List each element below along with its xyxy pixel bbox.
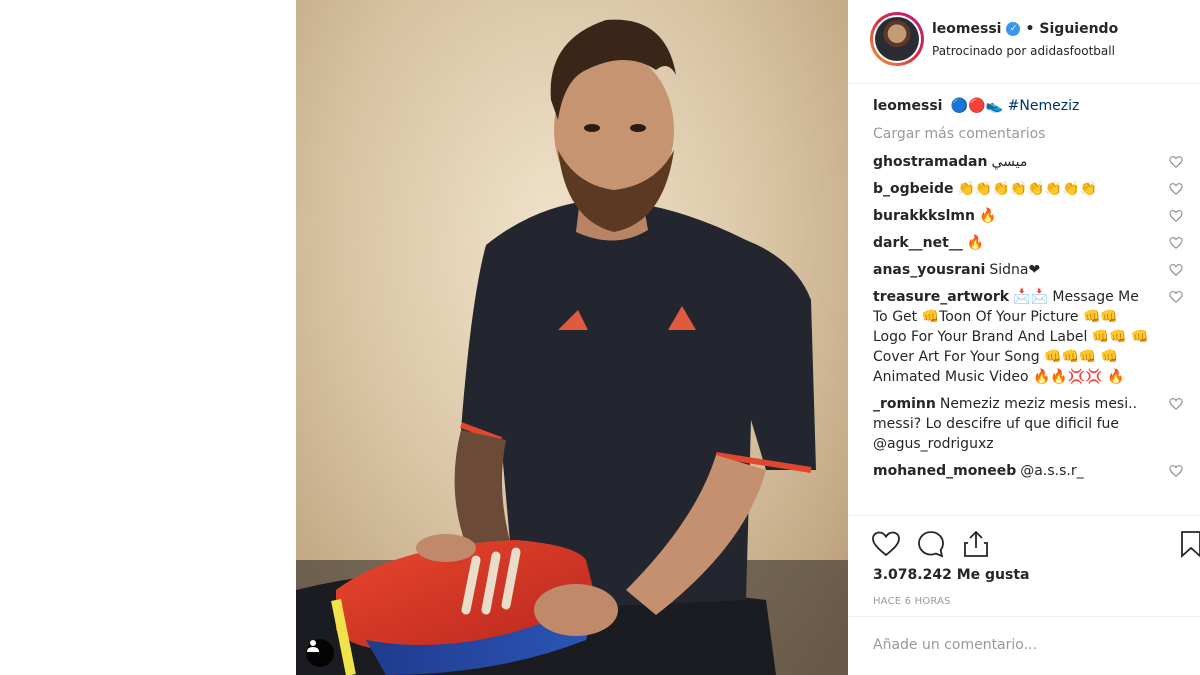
load-more-comments-button[interactable]: Cargar más comentarios [873, 124, 1191, 144]
sponsored-label[interactable]: Patrocinado por adidasfootball [932, 44, 1115, 58]
separator-dot: • [1025, 21, 1035, 37]
comment-like-heart-icon[interactable] [1169, 209, 1183, 223]
comment-input[interactable] [873, 637, 1173, 653]
follow-status-button[interactable]: Siguiendo [1039, 21, 1118, 37]
add-comment-section [848, 616, 1200, 675]
caption-username[interactable]: leomessi [873, 98, 942, 114]
post-caption: leomessi 🔵🔴👟 #Nemeziz [873, 96, 1191, 116]
post-panel: leomessi ✓ • Siguiendo Patrocinado por a… [848, 0, 1200, 675]
action-bar [848, 515, 1200, 571]
post-photo[interactable] [296, 0, 848, 675]
header-user-line: leomessi ✓ • Siguiendo [932, 21, 1118, 37]
comment-item: dark__net__ 🔥 [873, 233, 1191, 253]
comment-text: 🔥 [978, 208, 997, 224]
heart-icon[interactable] [871, 529, 901, 559]
likes-count[interactable]: 3.078.242 Me gusta [873, 567, 1029, 583]
comments-list: leomessi 🔵🔴👟 #Nemeziz Cargar más comenta… [873, 96, 1191, 488]
comment-username[interactable]: _rominn [873, 396, 936, 412]
share-icon[interactable] [961, 529, 991, 559]
comment-item: mohaned_moneeb @a.s.s.r_ [873, 461, 1191, 481]
avatar-image [875, 17, 919, 61]
comment-item: burakkkslmn 🔥 [873, 206, 1191, 226]
comment-item: b_ogbeide 👏👏👏👏👏👏👏👏 [873, 179, 1191, 199]
comment-text: 🔥 [966, 235, 985, 251]
comment-text: @a.s.s.r_ [1020, 463, 1084, 479]
comment-text: 👏👏👏👏👏👏👏👏 [957, 181, 1097, 197]
comment-like-heart-icon[interactable] [1169, 263, 1183, 277]
comment-like-heart-icon[interactable] [1169, 397, 1183, 411]
user-tag-icon[interactable] [306, 639, 334, 667]
comment-username[interactable]: mohaned_moneeb [873, 463, 1016, 479]
avatar-border [873, 15, 921, 63]
comment-like-heart-icon[interactable] [1169, 236, 1183, 250]
comment-icon[interactable] [916, 529, 946, 559]
comment-like-heart-icon[interactable] [1169, 182, 1183, 196]
post-timestamp: HACE 6 HORAS [873, 596, 951, 607]
comment-item: _rominn Nemeziz meziz mesis mesi.. messi?… [873, 394, 1191, 454]
comment-text: ميسي [991, 154, 1028, 170]
comment-like-heart-icon[interactable] [1169, 464, 1183, 478]
photo-illustration [296, 0, 848, 675]
post-header: leomessi ✓ • Siguiendo Patrocinado por a… [848, 0, 1200, 84]
comment-username[interactable]: burakkkslmn [873, 208, 975, 224]
caption-hashtag[interactable]: #Nemeziz [1008, 98, 1080, 114]
comment-username[interactable]: treasure_artwork [873, 289, 1009, 305]
comment-rows: ghostramadan ميسي b_ogbeide 👏👏👏👏👏👏👏👏 burakkk… [873, 152, 1191, 481]
comment-username[interactable]: b_ogbeide [873, 181, 954, 197]
bookmark-icon[interactable] [1176, 529, 1200, 559]
comment-like-heart-icon[interactable] [1169, 290, 1183, 304]
comment-username[interactable]: dark__net__ [873, 235, 963, 251]
comment-like-heart-icon[interactable] [1169, 155, 1183, 169]
comment-username[interactable]: anas_yousrani [873, 262, 985, 278]
comment-item: ghostramadan ميسي [873, 152, 1191, 172]
caption-emojis: 🔵🔴👟 [950, 98, 1004, 114]
comment-username[interactable]: ghostramadan [873, 154, 987, 170]
comment-text: Sidna❤ [989, 262, 1041, 278]
verified-badge-icon: ✓ [1006, 22, 1021, 36]
avatar[interactable] [870, 12, 924, 66]
comment-item: treasure_artwork 📩📩 Message Me To Get 👊To… [873, 287, 1191, 387]
header-username[interactable]: leomessi [932, 21, 1001, 37]
comment-item: anas_yousrani Sidna❤ [873, 260, 1191, 280]
person-glyph [307, 640, 319, 652]
